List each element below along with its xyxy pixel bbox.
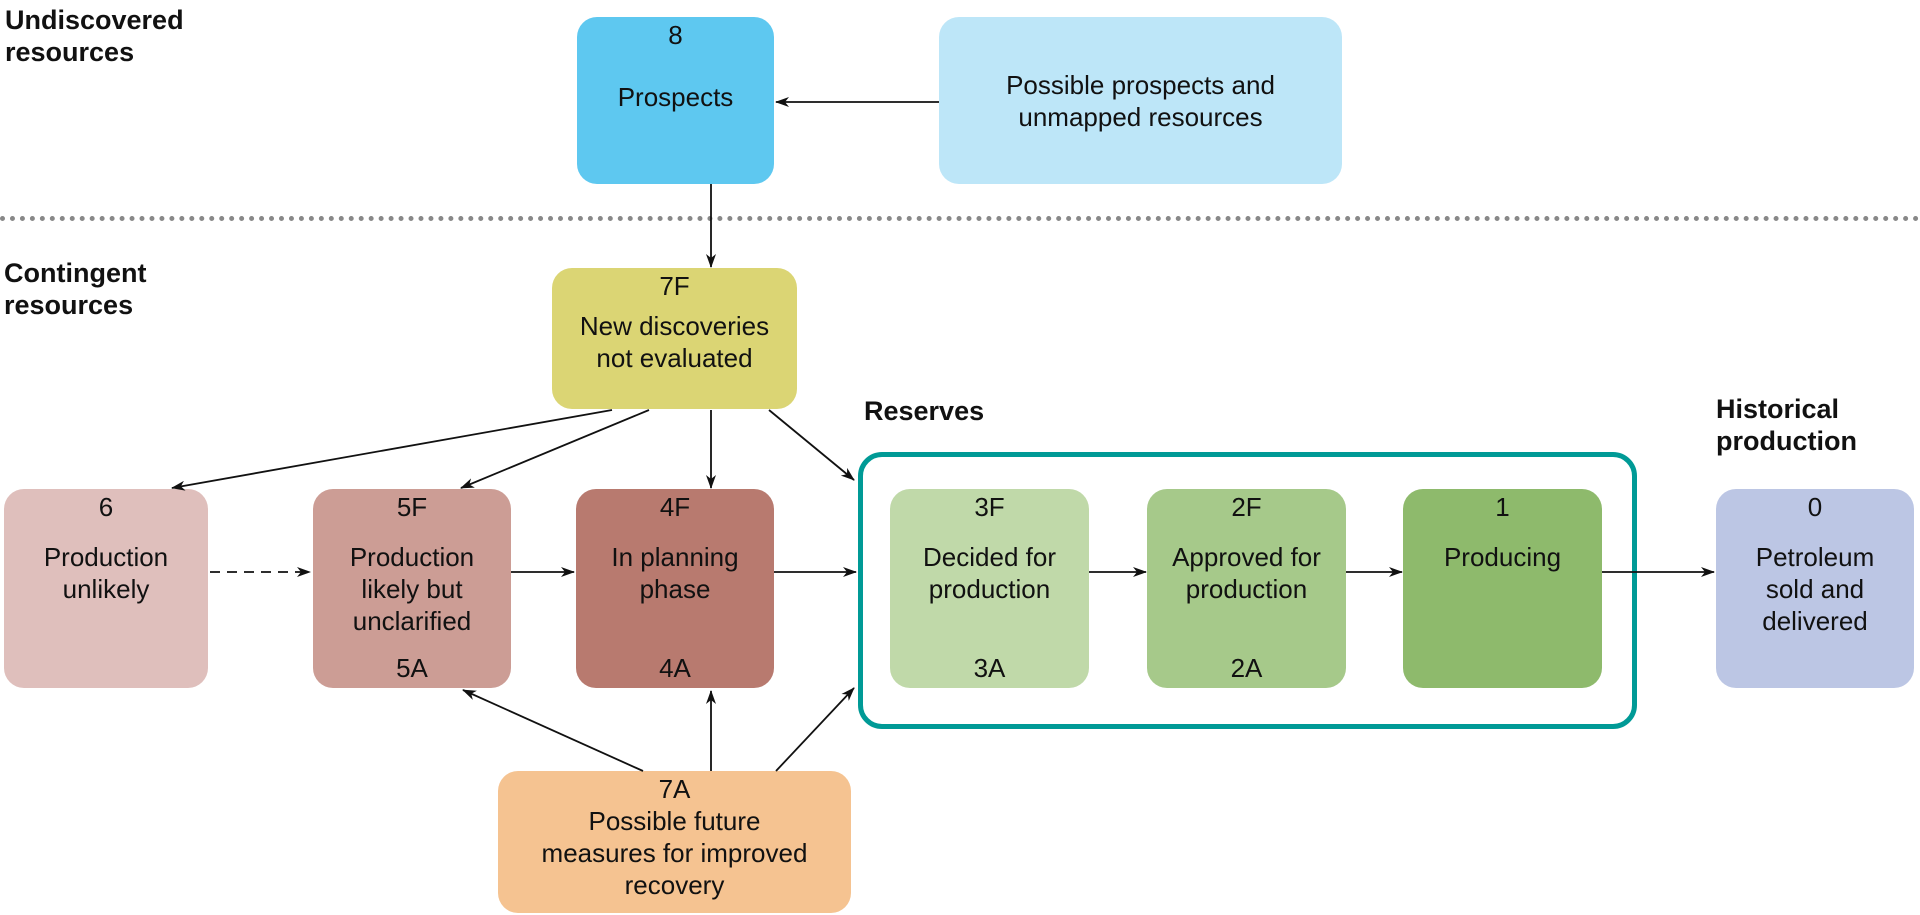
arrow-7f-to-6	[171, 409, 613, 491]
arrow-7f-to-reserves	[768, 409, 855, 481]
arrows-layer	[171, 97, 1715, 772]
arrow-7a-to-reserves	[775, 687, 855, 772]
arrow-7f-to-5	[460, 409, 650, 489]
arrow-7a-to-5	[462, 689, 644, 772]
